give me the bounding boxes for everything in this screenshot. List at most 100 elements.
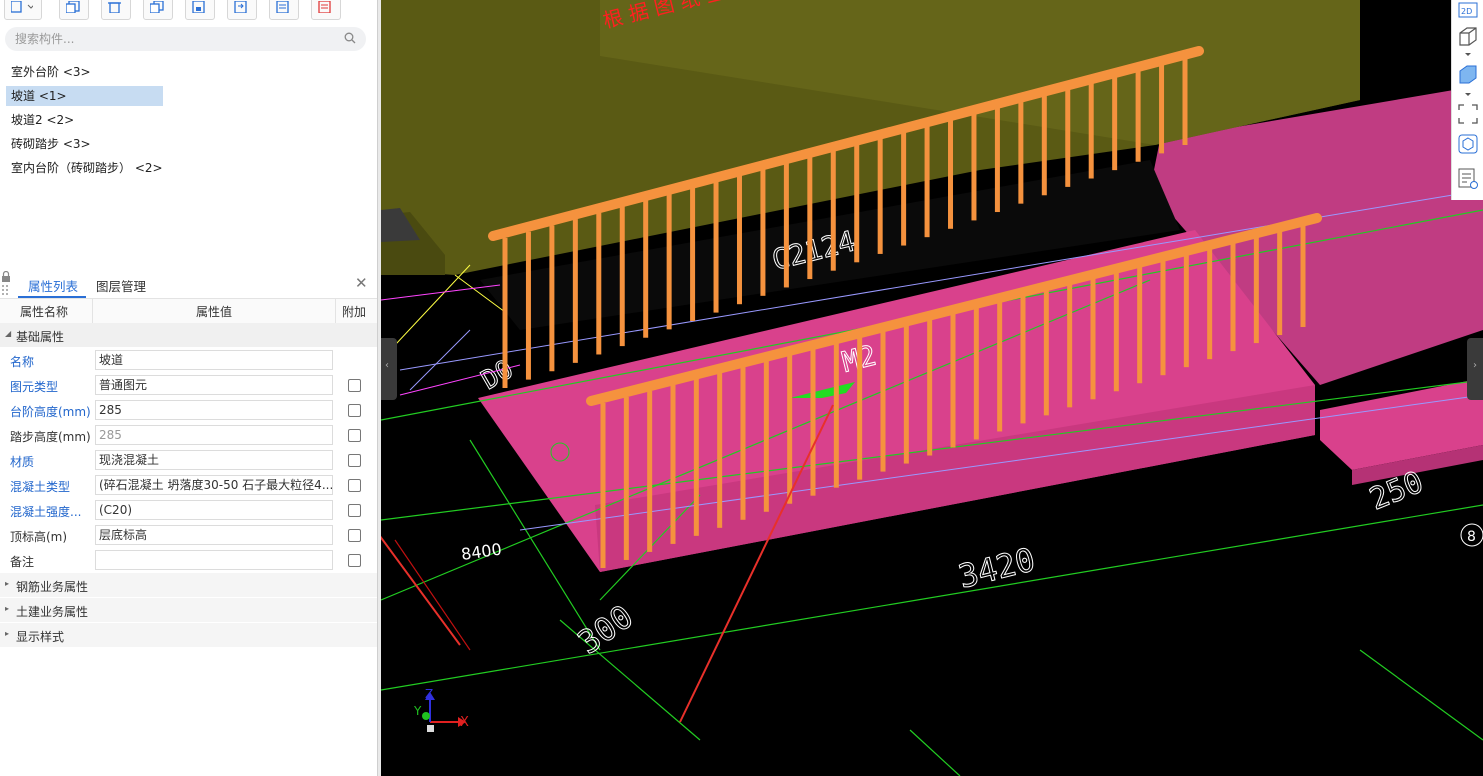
railing-post <box>670 384 676 544</box>
property-name: 混凝土类型 <box>10 480 71 494</box>
view-cube-icon[interactable] <box>1458 26 1478 48</box>
property-row: 踏步高度(mm) 285 <box>0 423 377 448</box>
attach-checkbox[interactable] <box>348 554 361 567</box>
delete-button[interactable] <box>101 0 131 20</box>
property-value-field[interactable]: 坡道 <box>95 350 333 370</box>
railing-post <box>596 212 602 355</box>
copy-icon <box>66 1 80 13</box>
railing-post <box>787 354 793 504</box>
axis-y-label: Y <box>413 704 422 718</box>
railing-post <box>854 143 860 263</box>
svg-text:2D: 2D <box>1461 7 1472 16</box>
search-icon[interactable] <box>344 32 356 44</box>
component-item[interactable]: 坡道2 <2> <box>6 110 79 130</box>
railing-post <box>1113 270 1119 392</box>
railing-post <box>736 174 742 305</box>
attach-checkbox[interactable] <box>348 454 361 467</box>
railing-post <box>807 155 813 280</box>
chevron-down-icon[interactable] <box>1458 90 1478 100</box>
railing-post <box>1088 80 1094 179</box>
railing-post <box>623 396 629 560</box>
railing-post <box>1067 282 1073 408</box>
active-tab-indicator <box>18 296 86 298</box>
group-basic-properties[interactable]: ◢ 基础属性 <box>0 323 377 347</box>
railing-post <box>1182 55 1188 145</box>
component-item[interactable]: 室内台阶（砖砌踏步） <2> <box>6 158 168 178</box>
document-icon <box>276 1 289 13</box>
trash-icon <box>108 2 121 13</box>
component-toolbar <box>0 0 377 22</box>
railing-post <box>763 360 769 512</box>
3d-viewport[interactable]: 根 据 图 纸 生 成 C2124 M2 D0 8400 3420 300 <box>381 0 1483 776</box>
collapse-right-tab[interactable]: › <box>1467 338 1483 400</box>
railing-post <box>1112 73 1118 171</box>
attach-checkbox[interactable] <box>348 479 361 492</box>
collapse-left-tab[interactable]: ‹ <box>381 338 397 400</box>
close-icon[interactable]: ✕ <box>355 274 368 292</box>
2d-icon[interactable]: 2D <box>1458 2 1478 18</box>
attach-checkbox[interactable] <box>348 529 361 542</box>
railing-post <box>994 105 1000 213</box>
property-name: 踏步高度(mm) <box>10 430 91 444</box>
save-template-button[interactable] <box>185 0 215 20</box>
property-value-field[interactable]: 285 <box>95 400 333 420</box>
component-item[interactable]: 砖砌踏步 <3> <box>6 134 96 154</box>
document-button[interactable] <box>269 0 299 20</box>
column-divider <box>92 299 93 323</box>
collapse-triangle-icon: ◢ <box>5 329 12 338</box>
fullscreen-icon[interactable] <box>1458 104 1478 124</box>
railing-post <box>740 366 746 520</box>
attach-checkbox[interactable] <box>348 404 361 417</box>
properties-tabs: 属性列表 图层管理 ✕ <box>0 270 377 299</box>
column-divider <box>335 299 336 323</box>
component-item[interactable]: 室外台阶 <3> <box>6 62 96 82</box>
group-civil-properties[interactable]: ▸ 土建业务属性 <box>0 598 377 622</box>
property-row: 图元类型 普通图元 <box>0 373 377 398</box>
list-settings-icon[interactable] <box>1458 168 1478 190</box>
property-value-field[interactable]: (C20) <box>95 500 333 520</box>
duplicate-button[interactable] <box>143 0 173 20</box>
property-value-field[interactable]: 普通图元 <box>95 375 333 395</box>
import-button[interactable] <box>227 0 257 20</box>
railing-post <box>760 168 766 296</box>
railing-post <box>666 193 672 330</box>
property-value-field[interactable]: 现浇混凝土 <box>95 450 333 470</box>
component-item-selected[interactable]: 坡道 <1> <box>6 86 163 106</box>
railing-post <box>525 231 531 380</box>
railing-post <box>783 162 789 288</box>
property-value-field[interactable]: (碎石混凝土 坍落度30-50 石子最大粒径4... <box>95 475 333 495</box>
group-display-style[interactable]: ▸ 显示样式 <box>0 623 377 647</box>
list-icon <box>318 1 331 13</box>
property-name: 图元类型 <box>10 380 59 394</box>
search-input[interactable] <box>15 31 335 47</box>
tab-properties[interactable]: 属性列表 <box>28 276 78 295</box>
railing-post <box>1041 92 1047 196</box>
railing-post <box>619 206 625 347</box>
list-button[interactable] <box>311 0 341 20</box>
tab-layer-management[interactable]: 图层管理 <box>96 276 146 295</box>
railing-post <box>901 130 907 246</box>
component-3d-icon[interactable] <box>1458 134 1478 154</box>
group-rebar-properties[interactable]: ▸ 钢筋业务属性 <box>0 573 377 597</box>
chevron-down-icon[interactable] <box>1458 50 1478 60</box>
attach-checkbox[interactable] <box>348 504 361 517</box>
attach-checkbox[interactable] <box>348 429 361 442</box>
property-name: 顶标高(m) <box>10 530 68 544</box>
copy-button[interactable] <box>59 0 89 20</box>
railing-post <box>600 403 606 568</box>
new-component-button[interactable] <box>4 0 42 20</box>
railing-post <box>1183 252 1189 368</box>
layers-icon <box>150 1 164 13</box>
expand-triangle-icon: ▸ <box>5 579 10 588</box>
railing-post <box>973 306 979 440</box>
view-cube-solid-icon[interactable] <box>1458 64 1478 86</box>
column-value-header: 属性值 <box>196 305 233 319</box>
property-value-field[interactable]: 层底标高 <box>95 525 333 545</box>
property-name: 混凝土强度... <box>10 505 82 519</box>
attach-checkbox[interactable] <box>348 379 361 392</box>
group-label: 显示样式 <box>16 630 65 644</box>
property-value-field[interactable] <box>95 550 333 570</box>
railing-post <box>690 187 696 321</box>
property-value-field[interactable]: 285 <box>95 425 333 445</box>
axis-x-label: X <box>460 715 469 730</box>
